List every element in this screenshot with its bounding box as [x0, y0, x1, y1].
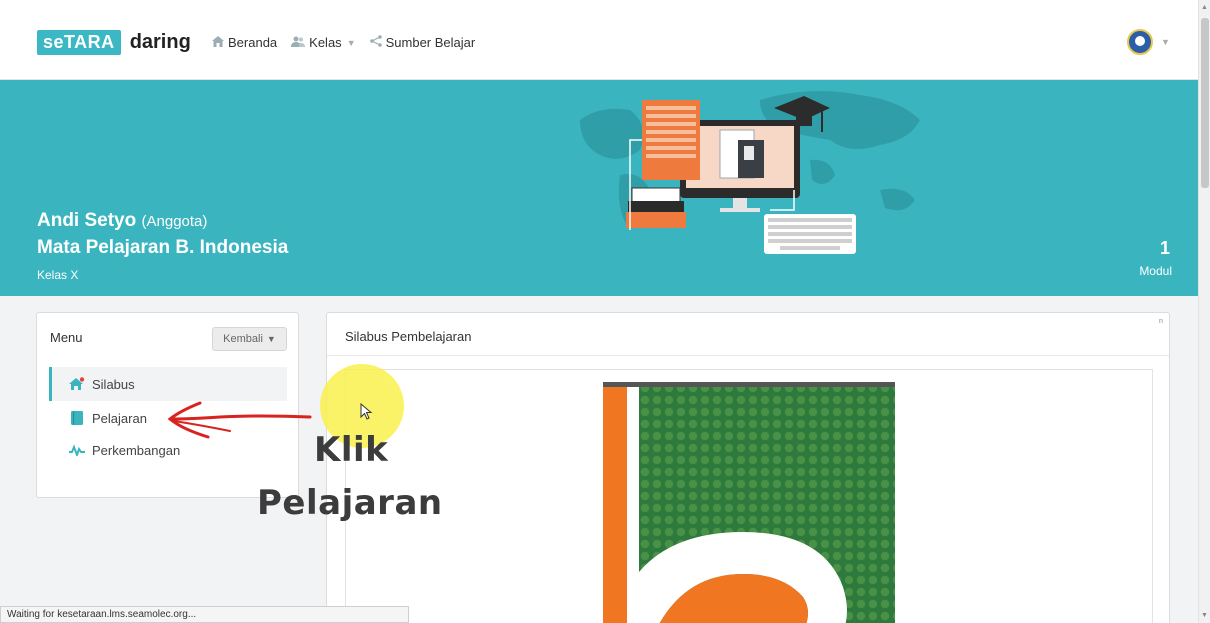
annotation-text-line1: Klik — [314, 430, 389, 470]
chart-icon — [69, 444, 85, 456]
brand-suffix: daring — [129, 31, 191, 53]
page-scrollbar[interactable]: ▲ ▼ — [1198, 0, 1210, 623]
chevron-down-icon: ▼ — [266, 334, 276, 344]
course-hero-banner: Andi Setyo (Anggota) Mata Pelajaran B. I… — [0, 80, 1198, 296]
book-icon — [69, 411, 85, 425]
nav-item-kelas[interactable]: Kelas ▼ — [291, 35, 356, 50]
student-role: (Anggota) — [141, 213, 208, 230]
browser-status-bar: Waiting for kesetaraan.lms.seamolec.org.… — [0, 606, 409, 623]
book-cover-image — [603, 382, 895, 623]
elearning-illustration — [580, 91, 920, 254]
chevron-down-icon: ▼ — [346, 37, 356, 48]
home-icon — [69, 377, 85, 391]
nav-label-sumber-belajar: Sumber Belajar — [385, 35, 476, 50]
back-button-label: Kembali — [223, 333, 263, 345]
mouse-pointer-icon — [360, 403, 373, 420]
red-arrow-annotation — [167, 401, 312, 439]
user-menu[interactable]: ▼ — [1127, 29, 1170, 55]
brand-box: seTARA — [37, 30, 121, 55]
nav-item-sumber-belajar[interactable]: Sumber Belajar — [369, 35, 476, 50]
share-icon — [369, 35, 382, 50]
menu-label-silabus: Silabus — [92, 376, 135, 392]
menu-title: Menu — [50, 330, 83, 345]
chevron-down-icon: ▼ — [1161, 37, 1170, 47]
brand-logo[interactable]: seTARA daring — [37, 30, 191, 55]
scroll-down-icon[interactable]: ▼ — [1201, 612, 1208, 619]
page: seTARA daring Beranda Kelas ▼ Sumber Bel… — [0, 0, 1210, 623]
class-label: Kelas X — [37, 268, 79, 282]
scroll-up-icon[interactable]: ▲ — [1201, 4, 1208, 11]
annotation-text-line2: Pelajaran — [257, 483, 443, 523]
users-icon — [291, 36, 306, 50]
nav-label-kelas: Kelas — [309, 35, 342, 50]
user-avatar-icon — [1127, 29, 1153, 55]
main-nav: Beranda Kelas ▼ Sumber Belajar — [212, 35, 489, 50]
syllabus-title: Silabus Pembelajaran — [345, 329, 472, 344]
scroll-thumb[interactable] — [1201, 18, 1209, 188]
home-icon — [212, 35, 224, 50]
module-label: Modul — [1139, 264, 1172, 278]
module-count: 1 — [1159, 238, 1170, 258]
nav-label-beranda: Beranda — [228, 35, 278, 50]
menu-label-pelajaran: Pelajaran — [92, 410, 147, 426]
panel-corner-mark: n — [1159, 318, 1163, 325]
panel-divider — [327, 355, 1169, 356]
syllabus-panel: Silabus Pembelajaran n — [326, 312, 1170, 623]
top-navbar: seTARA daring Beranda Kelas ▼ Sumber Bel… — [0, 0, 1198, 80]
back-button[interactable]: Kembali ▼ — [212, 327, 287, 351]
subject-title: Mata Pelajaran B. Indonesia — [37, 237, 289, 258]
student-name: Andi Setyo (Anggota) — [37, 210, 208, 231]
nav-item-beranda[interactable]: Beranda — [212, 35, 277, 50]
